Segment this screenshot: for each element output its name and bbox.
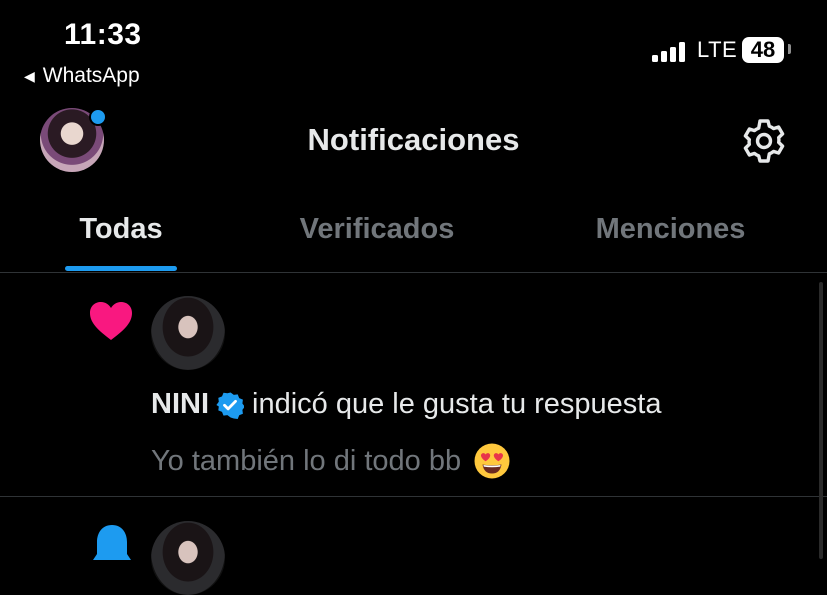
bell-icon [93, 525, 131, 560]
battery-cap-icon [788, 44, 791, 54]
battery-indicator: 48 [742, 37, 784, 63]
status-clock: 11:33 [64, 18, 142, 51]
heart-icon [90, 302, 132, 340]
tab-mentions-label: Menciones [595, 213, 746, 245]
page-title: Notificaciones [307, 122, 520, 157]
back-app-label: WhatsApp [42, 64, 140, 87]
settings-button[interactable] [740, 117, 788, 165]
tab-verified[interactable]: Verificados [256, 205, 498, 273]
reply-preview-text: Yo también lo di todo bb [151, 444, 462, 477]
back-triangle-icon: ◀ [24, 67, 35, 84]
cellular-signal-icon [652, 38, 690, 62]
tab-all[interactable]: Todas [0, 205, 242, 273]
verified-badge-icon [216, 392, 244, 419]
tab-verified-label: Verificados [299, 213, 455, 245]
user-name[interactable]: NINI [151, 388, 209, 421]
heart-eyes-emoji-icon [474, 443, 510, 479]
user-avatar[interactable] [151, 521, 225, 595]
notification-action: indicó que le gusta tu respuesta [252, 388, 662, 420]
back-to-app-link[interactable]: ◀ WhatsApp [24, 64, 140, 88]
scrollbar[interactable] [819, 282, 823, 559]
network-type: LTE [697, 37, 738, 62]
notification-divider [0, 496, 827, 497]
active-tab-indicator [65, 266, 177, 271]
tab-mentions[interactable]: Menciones [548, 205, 793, 273]
user-avatar[interactable] [151, 296, 225, 370]
gear-icon [743, 119, 785, 163]
notification-text[interactable]: NINI indicó que le gusta tu respuesta [151, 388, 662, 421]
tab-all-label: Todas [79, 213, 163, 245]
tabs-divider [0, 272, 827, 273]
reply-preview[interactable]: Yo también lo di todo bb [151, 442, 511, 480]
